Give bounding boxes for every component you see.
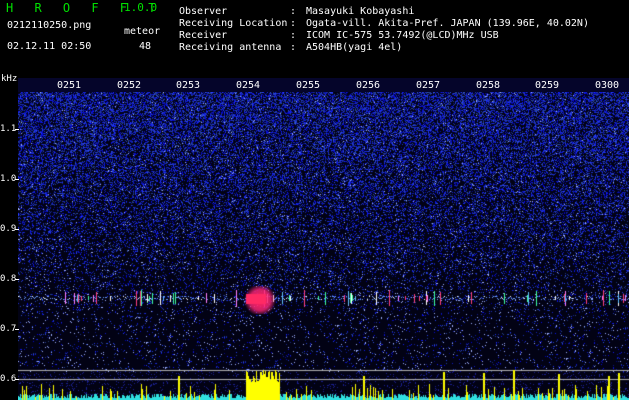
meteor-label: meteor: [124, 26, 161, 37]
y-tick-label: 1.1: [0, 124, 17, 134]
time-tick-label: 0251: [57, 80, 82, 91]
time-tick-label: 0257: [416, 80, 441, 91]
time-tick-label: 0255: [296, 80, 321, 91]
time-tick-label: 0252: [117, 80, 142, 91]
meteor-count: 48: [139, 41, 152, 52]
observer-key: Observer: [179, 6, 228, 17]
y-tick-label: 0.7: [0, 324, 17, 334]
y-tick: [15, 129, 19, 130]
antenna-value: A504HB(yagi 4el): [306, 42, 403, 53]
y-tick-label: 0.9: [0, 224, 17, 234]
frequency-unit: kHz: [1, 74, 18, 84]
y-tick: [15, 279, 19, 280]
time-tick-label: 0300: [595, 80, 620, 91]
y-tick: [15, 179, 19, 180]
date-time: 02.12.11 02:50: [7, 41, 92, 52]
app-version: 1.0.0: [124, 1, 158, 14]
time-tick-label: 0253: [176, 80, 201, 91]
receiver-value: ICOM IC-575 53.7492(@LCD)MHz USB: [306, 30, 499, 41]
location-sep: :: [290, 18, 297, 29]
y-tick: [15, 229, 19, 230]
receiver-key: Receiver: [179, 30, 228, 41]
time-tick-label: 0259: [535, 80, 560, 91]
file-name: 0212110250.png: [7, 20, 92, 31]
location-key: Receiving Location: [179, 18, 288, 29]
y-tick: [15, 329, 19, 330]
spectrogram-canvas: [18, 92, 629, 400]
y-tick: [15, 379, 19, 380]
location-value: Ogata-vill. Akita-Pref. JAPAN (139.96E, …: [306, 18, 589, 29]
antenna-sep: :: [290, 42, 297, 53]
time-tick-label: 0256: [356, 80, 381, 91]
receiver-sep: :: [290, 30, 297, 41]
y-tick-label: 0.6: [0, 374, 17, 384]
observer-sep: :: [290, 6, 297, 17]
observer-value: Masayuki Kobayashi: [306, 6, 415, 17]
spectrogram-panel: [18, 92, 629, 400]
time-tick-label: 0254: [236, 80, 261, 91]
antenna-key: Receiving antenna: [179, 42, 282, 53]
y-tick-label: 1.0: [0, 174, 17, 184]
time-tick-label: 0258: [476, 80, 501, 91]
frequency-axis: [0, 72, 18, 400]
y-tick-label: 0.8: [0, 274, 17, 284]
header-panel: H R O F F T 1.0.0 0212110250.png meteor …: [0, 0, 629, 72]
